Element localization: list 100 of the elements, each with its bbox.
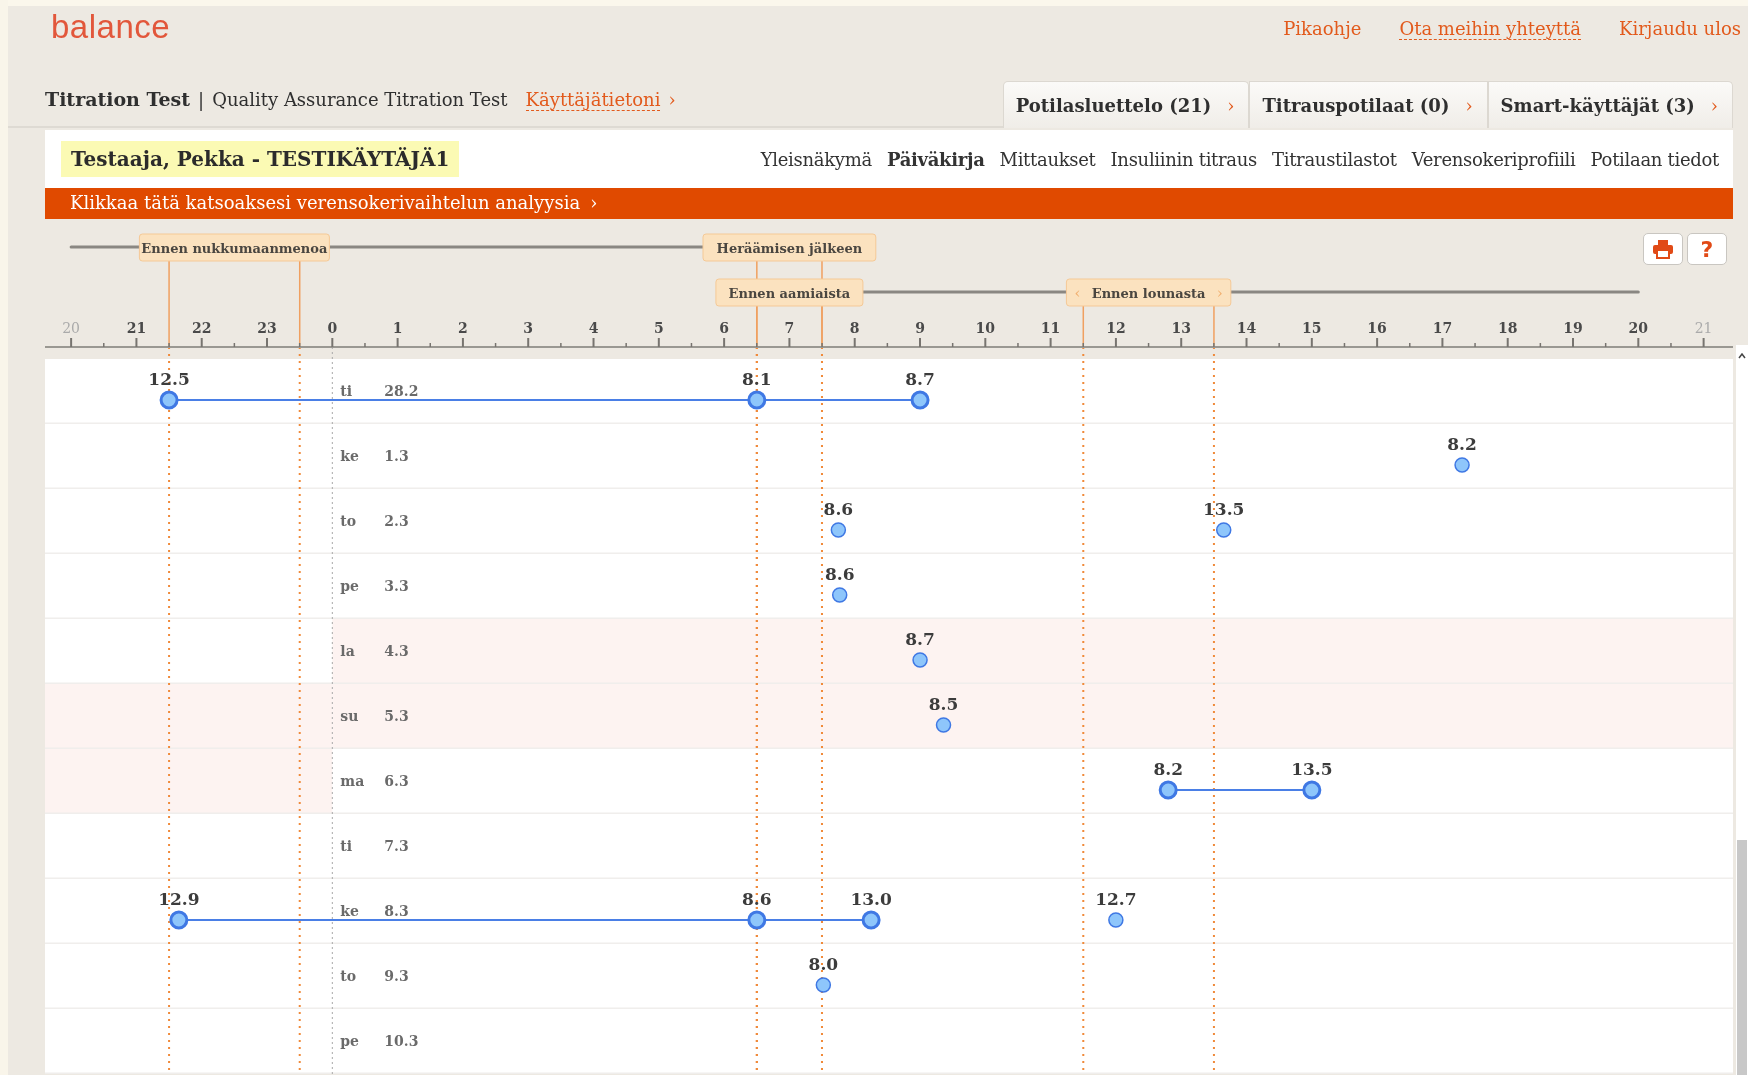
date-label: 10.3 — [384, 1033, 419, 1049]
date-label: 5.3 — [384, 708, 409, 724]
reading-value: 12.7 — [1095, 889, 1137, 909]
scroll-up-icon[interactable] — [1738, 353, 1746, 359]
hour-label: 5 — [653, 320, 664, 336]
reading-value: 12.5 — [148, 369, 190, 389]
reading-point[interactable] — [830, 522, 847, 538]
date-label: 1.3 — [384, 448, 409, 464]
hour-label: 19 — [1563, 320, 1583, 336]
tab[interactable]: Titrauspotilaat (0) › — [1249, 81, 1488, 128]
date-label: 2.3 — [384, 513, 409, 529]
reading-point[interactable] — [912, 652, 928, 668]
reading-value: 8.7 — [905, 629, 935, 649]
reading-point[interactable] — [1302, 780, 1322, 800]
hour-label: 20 — [62, 320, 81, 336]
period-label[interactable]: Ennen nukkumaanmenoa — [138, 233, 330, 262]
hour-label: 0 — [327, 320, 338, 336]
reading-value: 8.6 — [824, 564, 855, 584]
reading-value: 8.6 — [823, 499, 854, 519]
period-label[interactable]: Ennen aamiaista — [715, 278, 864, 307]
reading-point[interactable] — [935, 717, 952, 733]
hour-label: 15 — [1302, 320, 1322, 336]
reading-point[interactable] — [169, 910, 189, 930]
hour-label: 2 — [458, 320, 468, 336]
reading-point[interactable] — [861, 910, 881, 930]
reading-point[interactable] — [1108, 912, 1124, 928]
reading-value: 8.1 — [742, 369, 772, 389]
reading-value: 8.5 — [928, 694, 959, 714]
hour-label: 10 — [975, 320, 996, 336]
reading-value: 13.5 — [1291, 759, 1333, 779]
reading-point[interactable] — [747, 910, 767, 930]
weekday-label: ti — [340, 838, 353, 854]
date-label: 8.3 — [384, 903, 409, 919]
chevron-icon: › — [668, 89, 676, 110]
nav-link[interactable]: Verensokeriprofiili — [1411, 148, 1576, 170]
hour-label: 22 — [192, 320, 212, 336]
weekday-label: ke — [340, 448, 359, 464]
date-label: 3.3 — [384, 578, 409, 594]
reading-point[interactable] — [910, 390, 930, 410]
period-label[interactable]: Ennen lounasta ‹ › — [1065, 278, 1232, 307]
date-label: 28.2 — [384, 383, 419, 399]
hour-label: 7 — [784, 320, 795, 336]
hour-label: 9 — [915, 320, 925, 336]
hour-label: 16 — [1367, 320, 1387, 336]
reading-value: 8.0 — [808, 954, 839, 974]
hour-label: 4 — [588, 320, 599, 336]
print-button[interactable] — [1643, 233, 1683, 265]
reading-point[interactable] — [159, 390, 179, 410]
period-label[interactable]: Heräämisen jälkeen — [702, 233, 877, 262]
reading-point[interactable] — [815, 977, 832, 993]
nav-link[interactable]: Titraustilastot — [1272, 148, 1397, 170]
hour-label: 13 — [1171, 320, 1191, 336]
date-label: 4.3 — [384, 643, 409, 659]
weekday-label: to — [340, 968, 357, 984]
reading-value: 8.6 — [742, 889, 772, 909]
hour-label: 20 — [1628, 320, 1649, 336]
hour-label: 14 — [1236, 320, 1257, 336]
reading-point[interactable] — [747, 390, 767, 410]
printer-icon — [1652, 239, 1674, 259]
date-label: 6.3 — [384, 773, 409, 789]
hour-label: 12 — [1106, 320, 1126, 336]
nav-link[interactable]: Insuliinin titraus — [1110, 148, 1257, 170]
weekday-label: pe — [340, 1033, 359, 1049]
tab[interactable]: Smart-käyttäjät (3) › — [1487, 81, 1733, 128]
hour-label: 21 — [126, 320, 147, 336]
nav-link[interactable]: Mittaukset — [999, 148, 1096, 170]
weekday-label: su — [340, 708, 359, 724]
nav-link[interactable]: Päiväkirja — [886, 148, 985, 170]
hour-label: 11 — [1040, 320, 1061, 336]
hour-label: 3 — [523, 320, 534, 336]
weekday-label: ke — [340, 903, 359, 919]
tab[interactable]: Potilasluettelo (21) › — [1002, 81, 1250, 128]
reading-point[interactable] — [831, 587, 848, 603]
hour-label: 1 — [392, 320, 403, 336]
weekday-label: to — [340, 513, 357, 529]
hour-label: 8 — [849, 320, 860, 336]
reading-point[interactable] — [1158, 780, 1178, 800]
hour-label: 18 — [1497, 320, 1518, 336]
reading-point[interactable] — [1454, 457, 1470, 473]
account-name: Titration Test — [45, 88, 191, 110]
organization-name: Quality Assurance Titration Test — [212, 89, 508, 110]
reading-value: 8.2 — [1153, 759, 1183, 779]
separator: | — [198, 89, 205, 110]
weekday-label: pe — [340, 578, 359, 594]
date-label: 9.3 — [384, 968, 409, 984]
weekday-label: la — [340, 643, 355, 659]
hour-label: 23 — [257, 320, 277, 336]
reading-value: 8.2 — [1447, 434, 1477, 454]
reading-value: 13.5 — [1203, 499, 1245, 519]
hour-label: 21 — [1694, 320, 1713, 336]
help-button[interactable]: ? — [1687, 233, 1727, 265]
nav-link[interactable]: Potilaan tiedot — [1590, 148, 1719, 170]
reading-value: 13.0 — [850, 889, 892, 909]
scrollbar[interactable] — [1736, 345, 1748, 1075]
reading-value: 8.7 — [905, 369, 935, 389]
nav-link[interactable]: Yleisnäkymä — [760, 148, 872, 170]
weekday-label: ma — [340, 773, 365, 789]
analysis-banner[interactable]: Klikkaa tätä katsoaksesi verensokerivaihtelun analyysia › — [45, 188, 1733, 219]
reading-point[interactable] — [1216, 522, 1232, 538]
hour-label: 6 — [719, 320, 729, 336]
